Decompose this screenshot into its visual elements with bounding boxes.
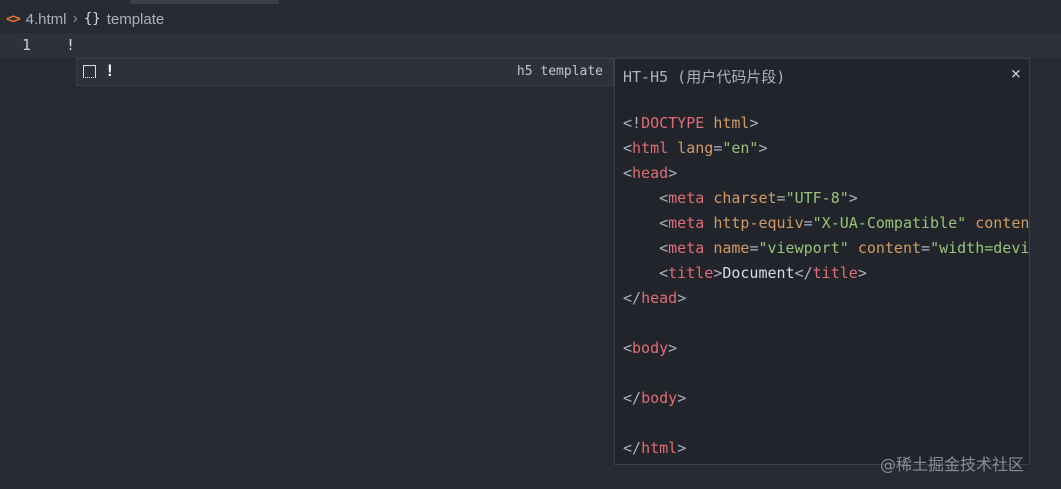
code-line: <meta name="viewport" content="width=dev… [659, 239, 1030, 257]
breadcrumb-file[interactable]: 4.html [26, 11, 67, 28]
suggestion-widget: ! h5 template [76, 58, 614, 86]
breadcrumb: <> 4.html › {} template [0, 6, 1061, 32]
code-line: <title>Document</title> [659, 264, 867, 282]
code-line: <html lang="en"> [623, 139, 768, 157]
watermark: @稀土掘金技术社区 [880, 455, 1025, 474]
code-line: <meta http-equiv="X-UA-Compatible" conte… [659, 214, 1030, 232]
code-line: <meta charset="UTF-8"> [659, 189, 858, 207]
html-file-icon: <> [6, 11, 21, 27]
current-line-highlight [0, 33, 1061, 58]
code-line: <body> [623, 339, 678, 357]
close-icon[interactable]: × [1011, 64, 1021, 84]
code-line: </head> [623, 289, 687, 307]
details-title: HT-H5 (用户代码片段) [623, 68, 786, 86]
code-line: </body> [623, 389, 687, 407]
line-number: 1 [22, 36, 32, 54]
suggestion-label: ! [105, 61, 115, 80]
code-line: <head> [623, 164, 678, 182]
chevron-right-icon: › [72, 10, 78, 27]
code-line: <!DOCTYPE html> [623, 114, 759, 132]
suggestion-details-panel: HT-H5 (用户代码片段) × <!DOCTYPE html> <html la… [614, 58, 1030, 465]
suggestion-detail: h5 template [516, 64, 603, 79]
snippet-code: <!DOCTYPE html> <html lang="en"> <head> <m… [623, 111, 1030, 461]
active-tab-indicator [130, 0, 279, 4]
editor-line-text[interactable]: ! [66, 36, 75, 54]
braces-icon: {} [83, 11, 101, 27]
breadcrumb-symbol[interactable]: template [107, 11, 165, 28]
suggestion-item[interactable]: ! h5 template [77, 59, 613, 85]
editor-window: <> 4.html › {} template 1 ! ! h5 templat… [0, 0, 1061, 489]
snippet-icon [83, 65, 96, 78]
